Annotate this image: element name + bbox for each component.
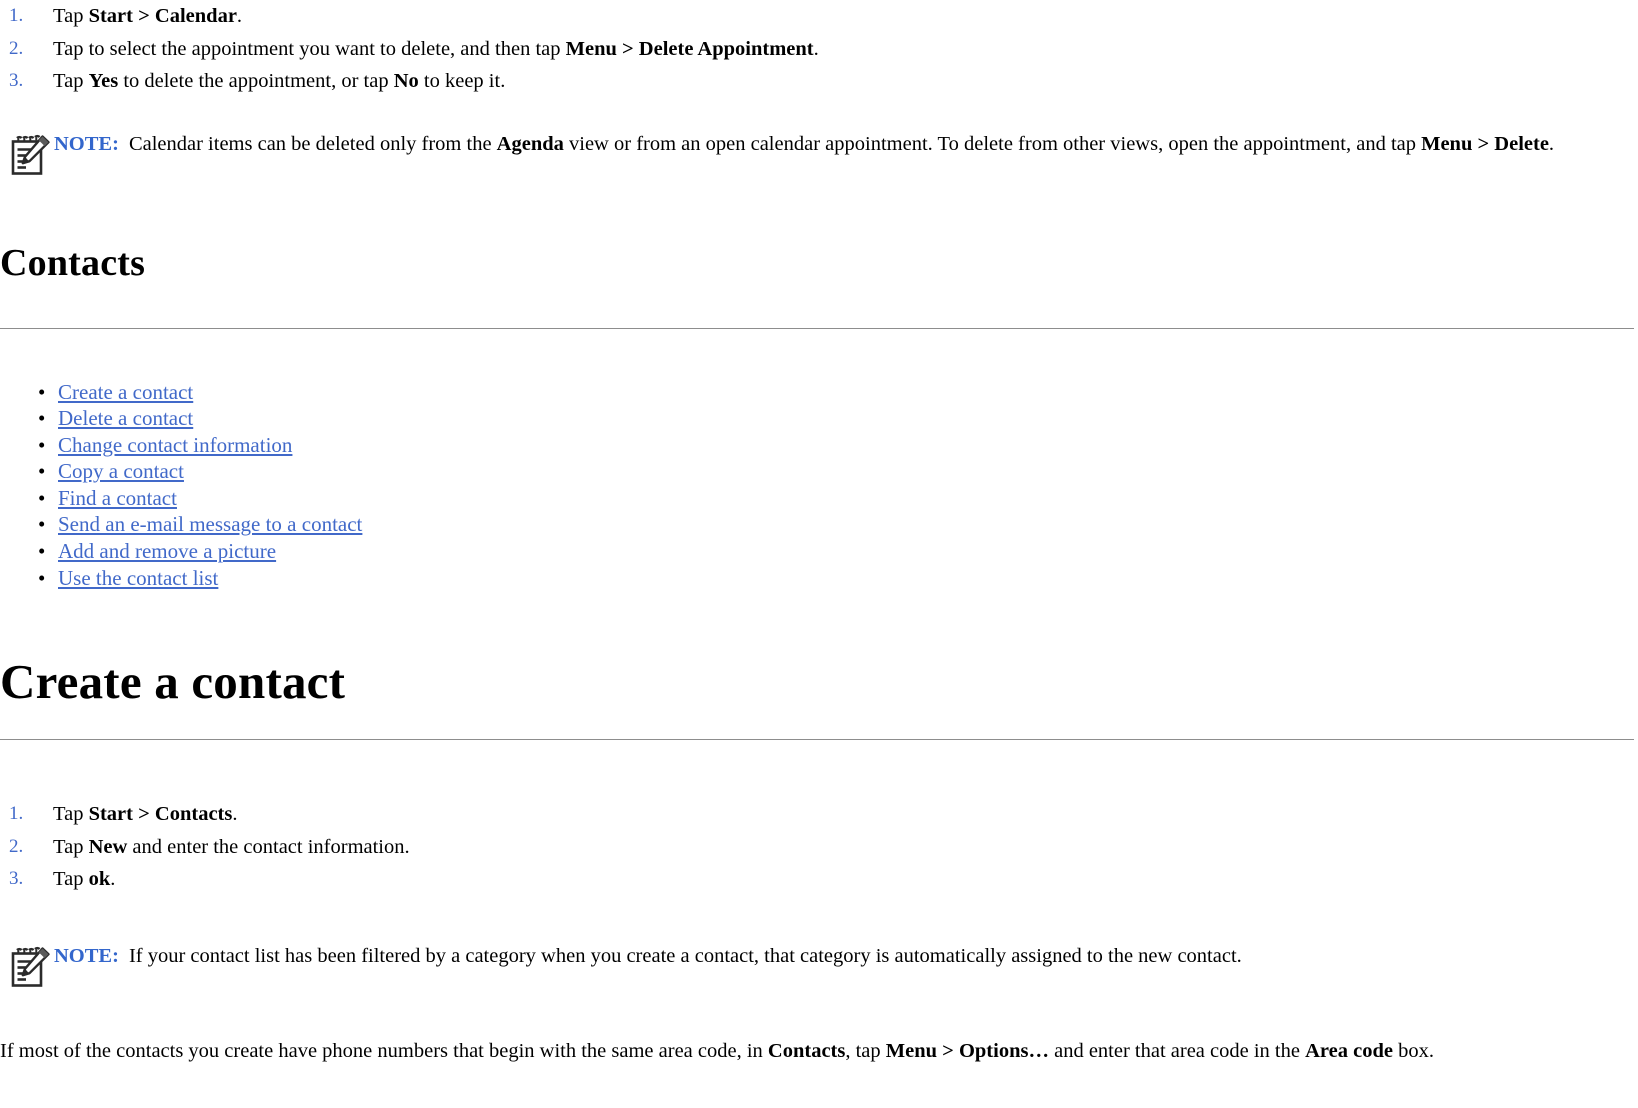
list-item: Copy a contact	[0, 458, 1634, 485]
step-text: Tap to select the appointment you want t…	[53, 37, 819, 60]
section-title-create-a-contact: Create a contact	[0, 654, 346, 710]
note-text: If your contact list has been filtered b…	[128, 944, 1242, 967]
step-text: Tap Start > Calendar.	[53, 5, 243, 27]
note-label: NOTE:	[54, 132, 119, 155]
delete-appointment-step-list: 1. Tap Start > Calendar. 2. Tap to select t…	[0, 0, 1634, 97]
note-label: NOTE:	[54, 944, 119, 967]
step-item: 2. Tap New and enter the contact informat…	[0, 831, 1634, 863]
note-pad-pencil-icon	[0, 130, 54, 178]
area-code-paragraph: If most of the contacts you create have …	[0, 1039, 1434, 1062]
contacts-topic-link-list: Create a contactDelete a contact Change c…	[0, 379, 1634, 592]
note-calendar-delete: NOTE: Calendar items can be deleted only…	[0, 130, 1634, 178]
contacts-link-5[interactable]: Send an e-mail message to a contact	[58, 512, 362, 536]
step-number: 2.	[9, 37, 24, 59]
contacts-link-4[interactable]: Find a contact	[58, 486, 177, 510]
contacts-link-6[interactable]: Add and remove a picture	[58, 539, 276, 563]
step-text: Tap New and enter the contact informatio…	[53, 835, 410, 858]
list-item: Send an e-mail message to a contact	[0, 511, 1634, 538]
list-item: Use the contact list	[0, 565, 1634, 592]
step-item: 2. Tap to select the appointment you want…	[0, 33, 1634, 65]
step-item: 3. Tap ok.	[0, 863, 1634, 895]
step-number: 1.	[9, 5, 24, 26]
page-title-contacts: Contacts	[0, 241, 146, 284]
step-number: 3.	[9, 868, 24, 890]
step-text: Tap Yes to delete the appointment, or ta…	[53, 70, 506, 92]
note-contact-category: NOTE: If your contact list has been filt…	[0, 942, 1634, 990]
note-pad-pencil-icon	[0, 942, 54, 990]
contacts-link-0[interactable]: Create a contact	[58, 380, 193, 404]
list-item: Find a contact	[0, 485, 1634, 512]
list-item: Create a contact	[0, 379, 1634, 406]
step-item: 1. Tap Start > Contacts.	[0, 798, 1634, 830]
contacts-link-1[interactable]: Delete a contact	[58, 406, 193, 430]
step-text: Tap Start > Contacts.	[53, 803, 238, 826]
step-number: 1.	[9, 803, 24, 825]
create-contact-step-list: 1. Tap Start > Contacts. 2. Tap New and ent…	[0, 798, 1634, 895]
step-text: Tap ok.	[53, 868, 116, 891]
contacts-link-2[interactable]: Change contact information	[58, 433, 292, 457]
note-text: Calendar items can be deleted only from …	[128, 132, 1555, 155]
contacts-link-3[interactable]: Copy a contact	[58, 459, 184, 483]
list-item: Delete a contact	[0, 405, 1634, 432]
contacts-link-7[interactable]: Use the contact list	[58, 566, 218, 590]
step-item: 1. Tap Start > Calendar.	[0, 0, 1634, 32]
step-number: 2.	[9, 835, 24, 857]
step-item: 3. Tap Yes to delete the appointment, or …	[0, 65, 1634, 97]
document-page: 1. Tap Start > Calendar. 2. Tap to select t…	[0, 0, 1638, 1066]
list-item: Change contact information	[0, 432, 1634, 459]
step-number: 3.	[9, 70, 24, 91]
list-item: Add and remove a picture	[0, 538, 1634, 565]
